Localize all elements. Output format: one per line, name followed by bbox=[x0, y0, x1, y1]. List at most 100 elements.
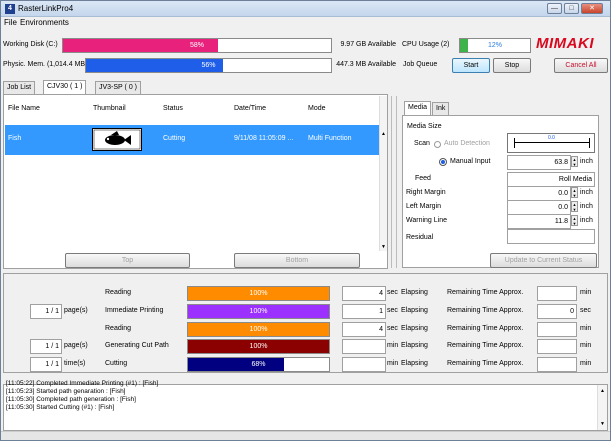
row-datetime: 9/11/08 11:05:09 ... bbox=[234, 135, 294, 142]
header-status[interactable]: Status bbox=[163, 105, 183, 112]
remaining-unit: sec bbox=[580, 307, 591, 314]
stage-label: Reading bbox=[105, 289, 132, 296]
stage-label: Generating Cut Path bbox=[105, 342, 169, 349]
manual-input-radio[interactable] bbox=[439, 158, 447, 166]
phys-mem-bar: 56% bbox=[85, 58, 332, 73]
table-row[interactable]: Fish Cutting 9/11/08 11:05:09 ... Multi … bbox=[5, 125, 379, 155]
update-status-button[interactable]: Update to Current Status bbox=[490, 253, 597, 268]
cpu-usage-label: CPU Usage (2) bbox=[402, 41, 450, 48]
row-thumbnail bbox=[92, 128, 142, 151]
row-file-name: Fish bbox=[8, 135, 22, 142]
scroll-up-arrow-icon[interactable]: ▲ bbox=[381, 131, 386, 137]
bottom-button[interactable]: Bottom bbox=[234, 253, 360, 268]
warning-line-spinner[interactable]: ▲ ▼ bbox=[571, 215, 578, 226]
elapsing-label: Elapsing bbox=[401, 289, 428, 296]
row-mode: Multi Function bbox=[308, 135, 352, 142]
stage-progress-bar: 68% bbox=[187, 357, 330, 372]
remaining-label: Remaining Time Approx. bbox=[447, 342, 524, 349]
working-disk-bar: 58% bbox=[62, 38, 332, 53]
remaining-time-field bbox=[537, 322, 577, 337]
splitter-handle[interactable] bbox=[391, 96, 397, 268]
job-queue-label: Job Queue bbox=[403, 61, 438, 68]
tab-job-list[interactable]: Job List bbox=[3, 81, 36, 94]
manual-input-field[interactable]: 63.8 bbox=[507, 155, 571, 170]
elapsed-time-field bbox=[342, 357, 386, 372]
app-icon: 4 bbox=[5, 4, 15, 14]
left-margin-spinner[interactable]: ▲ ▼ bbox=[571, 201, 578, 212]
stage-progress-bar: 100% bbox=[187, 304, 330, 319]
elapsed-time-field: 4 bbox=[342, 322, 386, 337]
header-datetime[interactable]: Date/Time bbox=[234, 105, 266, 112]
scroll-down-arrow-icon[interactable]: ▼ bbox=[381, 244, 386, 250]
elapsing-label: Elapsing bbox=[401, 342, 428, 349]
elapsed-unit: sec bbox=[387, 325, 398, 332]
feed-field[interactable]: Roll Media bbox=[507, 172, 595, 187]
tab-jv3-sp[interactable]: JV3-SP ( 0 ) bbox=[95, 81, 141, 94]
remaining-unit: min bbox=[580, 342, 592, 349]
scan-label: Scan bbox=[414, 140, 430, 147]
menu-file[interactable]: File bbox=[4, 18, 17, 27]
status-bar bbox=[1, 431, 610, 440]
residual-field[interactable] bbox=[507, 229, 595, 244]
feed-label: Feed bbox=[415, 175, 431, 182]
media-size-label: Media Size bbox=[407, 123, 442, 130]
tab-media[interactable]: Media bbox=[404, 101, 432, 115]
elapsed-unit: sec bbox=[387, 307, 398, 314]
count-field[interactable]: 1 / 1 bbox=[30, 304, 62, 319]
warning-line-field[interactable]: 11.8 bbox=[507, 214, 571, 229]
start-button[interactable]: Start bbox=[452, 58, 490, 73]
log-panel: [11:05:22] Completed Immediate Printing … bbox=[3, 380, 608, 431]
left-margin-field[interactable]: 0.0 bbox=[507, 200, 571, 215]
stage-progress-bar: 100% bbox=[187, 322, 330, 337]
log-line: [11:05:23] Started path genaration : [Fi… bbox=[6, 388, 126, 395]
auto-detection-radio[interactable] bbox=[434, 141, 441, 148]
right-margin-unit: inch bbox=[580, 189, 593, 196]
log-scroll-up-icon[interactable]: ▲ bbox=[600, 388, 605, 394]
header-thumbnail[interactable]: Thumbnail bbox=[93, 105, 126, 112]
count-unit: page(s) bbox=[64, 307, 88, 314]
header-file-name[interactable]: File Name bbox=[8, 105, 40, 112]
warning-line-label: Warning Line bbox=[406, 217, 447, 224]
remaining-unit: min bbox=[580, 289, 592, 296]
stage-progress-pct: 68% bbox=[251, 361, 266, 368]
phys-mem-available: 447.3 MB Available bbox=[336, 61, 396, 68]
job-list-scrollbar[interactable]: ▲ ▼ bbox=[379, 96, 387, 251]
job-list-panel bbox=[3, 94, 388, 269]
right-margin-field[interactable]: 0.0 bbox=[507, 186, 571, 201]
working-disk-available: 9.97 GB Available bbox=[340, 41, 396, 48]
stop-button[interactable]: Stop bbox=[493, 58, 531, 73]
header-mode[interactable]: Mode bbox=[308, 105, 326, 112]
right-margin-label: Right Margin bbox=[406, 189, 446, 196]
phys-mem-pct: 56% bbox=[201, 62, 216, 69]
count-field[interactable]: 1 / 1 bbox=[30, 339, 62, 354]
elapsed-time-field bbox=[342, 339, 386, 354]
left-margin-label: Left Margin bbox=[406, 203, 442, 210]
tab-cjv30[interactable]: CJV30 ( 1 ) bbox=[43, 80, 87, 94]
stage-progress-bar: 100% bbox=[187, 286, 330, 301]
close-button[interactable]: ✕ bbox=[581, 3, 603, 14]
row-status: Cutting bbox=[163, 135, 186, 142]
remaining-time-field bbox=[537, 286, 577, 301]
remaining-unit: min bbox=[580, 325, 592, 332]
top-button[interactable]: Top bbox=[65, 253, 190, 268]
count-field[interactable]: 1 / 1 bbox=[30, 357, 62, 372]
cancel-all-button[interactable]: Cancel All bbox=[554, 58, 608, 73]
remaining-unit: min bbox=[580, 360, 592, 367]
remaining-time-field bbox=[537, 339, 577, 354]
maximize-button[interactable]: □ bbox=[564, 3, 579, 14]
minimize-button[interactable]: — bbox=[547, 3, 562, 14]
log-scrollbar[interactable]: ▲ ▼ bbox=[597, 385, 607, 430]
manual-input-radio-dot bbox=[441, 160, 445, 164]
log-scroll-down-icon[interactable]: ▼ bbox=[600, 421, 605, 427]
manual-input-spinner[interactable]: ▲ ▼ bbox=[571, 156, 578, 167]
elapsed-unit: min bbox=[387, 360, 399, 367]
auto-detection-label: Auto Detection bbox=[444, 140, 490, 147]
elapsing-label: Elapsing bbox=[401, 307, 428, 314]
stage-label: Immediate Printing bbox=[105, 307, 164, 314]
stage-progress-pct: 100% bbox=[249, 343, 268, 350]
tab-ink[interactable]: Ink bbox=[432, 102, 450, 115]
scale-line bbox=[514, 142, 590, 143]
right-margin-spinner[interactable]: ▲ ▼ bbox=[571, 187, 578, 198]
scale-tick-right bbox=[589, 138, 590, 148]
menu-environments[interactable]: Environments bbox=[20, 18, 69, 27]
